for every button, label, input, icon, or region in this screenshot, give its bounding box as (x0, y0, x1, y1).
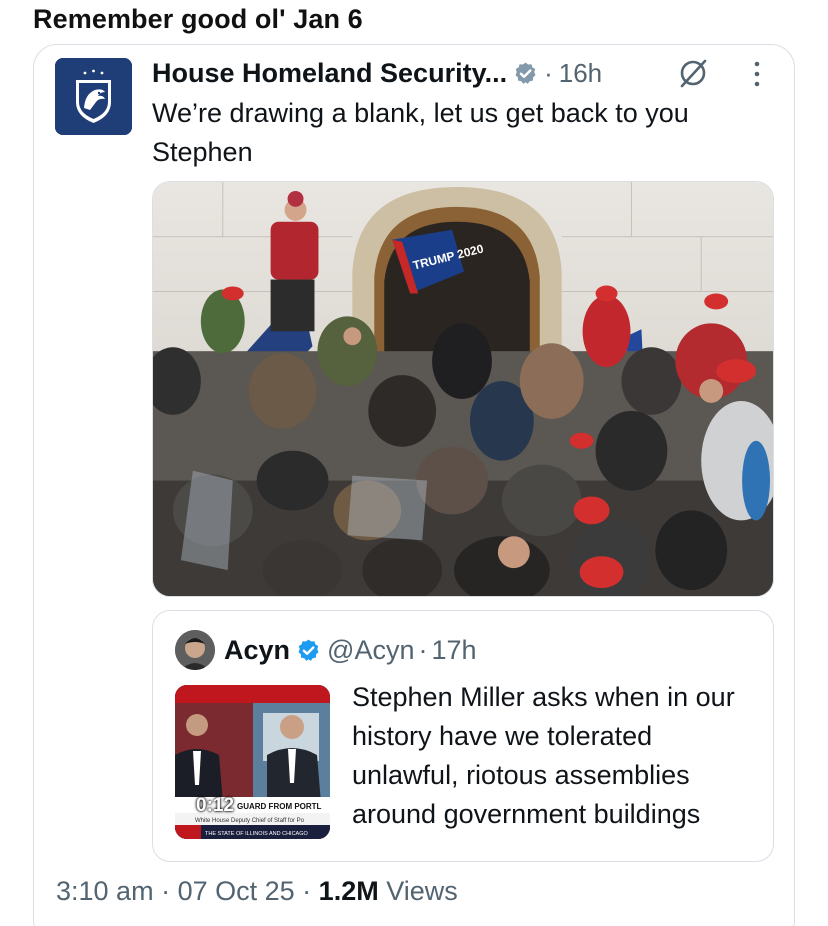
post-header: House Homeland Security... · 16h (152, 56, 602, 90)
post-timestamp[interactable]: 16h (559, 58, 602, 89)
thumbnail-caption: GUARD FROM PORTL (237, 802, 322, 811)
thumbnail-ticker: THE STATE OF ILLINOIS AND CHICAGO (205, 831, 309, 837)
author-avatar[interactable] (55, 58, 132, 135)
meta-separator: · (302, 876, 319, 906)
quoted-header: Acyn @Acyn · 17h (224, 631, 477, 669)
header-separator: · (544, 57, 553, 88)
views-label: Views (386, 876, 458, 906)
eagle-seal-icon (55, 58, 132, 135)
post-photo[interactable]: TRUMP 2020 (152, 181, 774, 597)
quoted-author-name[interactable]: Acyn (224, 635, 290, 666)
crowd-photo: TRUMP 2020 (153, 182, 773, 596)
post-caption: Remember good ol' Jan 6 (33, 4, 363, 34)
quoted-verified-badge-icon (296, 638, 321, 663)
more-vertical-icon[interactable] (748, 58, 766, 90)
quoted-timestamp[interactable]: 17h (431, 635, 476, 666)
thumbnail-subcaption: White House Deputy Chief of Staff for Po (195, 818, 305, 824)
author-name[interactable]: House Homeland Security... (152, 58, 507, 89)
quoted-text: Stephen Miller asks when in our history … (352, 682, 735, 829)
grok-slash-icon[interactable] (676, 56, 710, 90)
verified-badge-icon (513, 61, 538, 86)
post-time-of-day[interactable]: 3:10 am (56, 876, 154, 906)
quoted-author-handle[interactable]: @Acyn (327, 635, 414, 666)
video-duration-badge: 0:12 (196, 795, 235, 816)
quoted-author-avatar[interactable] (175, 630, 215, 670)
views-count[interactable]: 1.2M (319, 876, 387, 906)
post-meta: 3:10 am · 07 Oct 25 · 1.2M Views (56, 876, 458, 907)
post-date[interactable]: 07 Oct 25 (178, 876, 295, 906)
quoted-separator: · (418, 634, 428, 665)
meta-separator: · (161, 876, 178, 906)
post-text: We’re drawing a blank, let us get back t… (152, 98, 689, 167)
acyn-avatar-icon (175, 630, 215, 670)
